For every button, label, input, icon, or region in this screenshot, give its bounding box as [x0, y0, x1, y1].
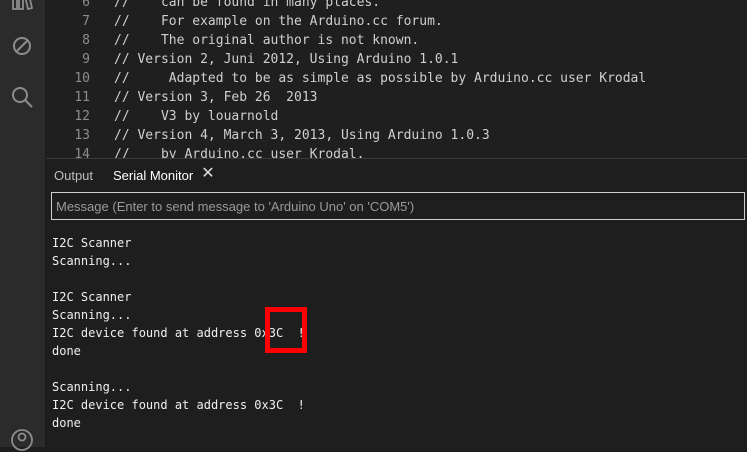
- highlight-annotation: [265, 307, 307, 353]
- line-number: 12: [74, 109, 90, 124]
- code-line: 10 // Adapted to be as simple as possible…: [46, 69, 747, 88]
- library-icon[interactable]: [10, 0, 34, 14]
- code-editor[interactable]: 6 // can be found in many places. 7 // For …: [46, 0, 747, 158]
- code-line: 8 // The original author is not known.: [46, 31, 747, 50]
- close-icon[interactable]: ✕: [200, 164, 216, 184]
- serial-output-line: Scanning...: [52, 308, 132, 322]
- code-text: // Adapted to be as simple as possible b…: [114, 71, 647, 86]
- line-number: 14: [74, 147, 90, 158]
- code-text: // Version 3, Feb 26 2013: [114, 90, 318, 105]
- panel-tab-bar: Output Serial Monitor ✕: [46, 159, 747, 191]
- line-number: 13: [74, 128, 90, 143]
- code-text: // For example on the Arduino.cc forum.: [114, 14, 443, 29]
- serial-output: I2C Scanner Scanning... I2C Scanner Scannin…: [46, 226, 747, 447]
- line-number: 10: [74, 71, 90, 86]
- serial-output-line: I2C Scanner: [52, 236, 132, 250]
- serial-output-line: done: [52, 344, 81, 358]
- code-line: 6 // can be found in many places.: [46, 0, 747, 12]
- line-number: 6: [82, 0, 90, 10]
- code-line: 11 // Version 3, Feb 26 2013: [46, 88, 747, 107]
- code-line: 7 // For example on the Arduino.cc forum.: [46, 12, 747, 31]
- code-text: // The original author is not known.: [114, 33, 420, 48]
- serial-message-input[interactable]: [51, 192, 745, 220]
- code-line: 12 // V3 by louarnold: [46, 107, 747, 126]
- activity-bar: [0, 0, 46, 451]
- serial-output-line: Scanning...: [52, 380, 132, 394]
- code-text: // by Arduino.cc user Krodal.: [114, 147, 365, 158]
- serial-output-line: Scanning...: [52, 254, 132, 268]
- line-number: 11: [74, 90, 90, 105]
- serial-output-line: I2C device found at address 0x3C !: [52, 398, 305, 412]
- tab-output[interactable]: Output: [54, 168, 93, 183]
- code-text: // can be found in many places.: [114, 0, 381, 10]
- line-number: 7: [82, 14, 90, 29]
- code-text: // Version 4, March 3, 2013, Using Ardui…: [114, 128, 490, 143]
- account-icon[interactable]: [10, 428, 34, 452]
- code-line: 13 // Version 4, March 3, 2013, Using Ard…: [46, 126, 747, 145]
- serial-output-line: done: [52, 416, 81, 430]
- code-line: 9 // Version 2, Juni 2012, Using Arduino …: [46, 50, 747, 69]
- code-line: 14 // by Arduino.cc user Krodal.: [46, 145, 747, 158]
- debug-icon[interactable]: [10, 34, 34, 58]
- line-number: 9: [82, 52, 90, 67]
- line-number: 8: [82, 33, 90, 48]
- serial-output-line: I2C Scanner: [52, 290, 132, 304]
- search-icon[interactable]: [10, 85, 34, 109]
- code-text: // Version 2, Juni 2012, Using Arduino 1…: [114, 52, 459, 67]
- tab-serial-monitor[interactable]: Serial Monitor: [113, 168, 193, 183]
- code-text: // V3 by louarnold: [114, 109, 279, 124]
